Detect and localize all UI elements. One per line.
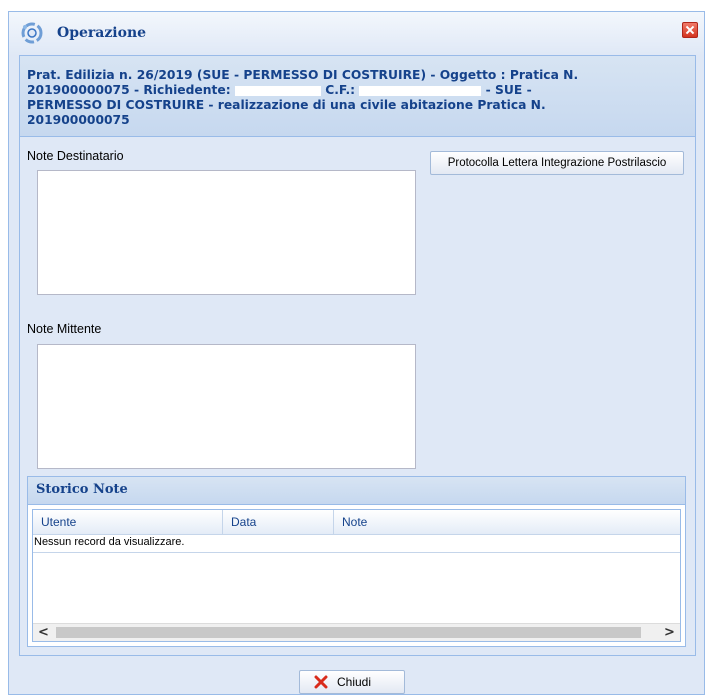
- note-destinatario-textarea[interactable]: [37, 170, 416, 295]
- dialog-titlebar[interactable]: Operazione: [9, 12, 704, 56]
- storico-note-title: Storico Note: [36, 482, 128, 497]
- operazione-panel: Prat. Edilizia n. 26/2019 (SUE - PERMESS…: [19, 55, 696, 656]
- grid-divider: [33, 552, 680, 553]
- grid-header: Utente Data Note: [33, 510, 680, 535]
- background-top: [0, 0, 705, 11]
- dialog-footer: Chiudi: [9, 656, 704, 696]
- pratica-header: Prat. Edilizia n. 26/2019 (SUE - PERMESS…: [20, 56, 695, 137]
- chiudi-button[interactable]: Chiudi: [299, 670, 405, 694]
- header-line-2b: C.F.:: [320, 83, 360, 97]
- storico-note-grid: Utente Data Note Nessun record da visual…: [32, 509, 681, 642]
- dialog-title: Operazione: [57, 25, 147, 41]
- redacted-cf: [359, 85, 482, 96]
- header-line-1: Prat. Edilizia n. 26/2019 (SUE - PERMESS…: [27, 68, 579, 82]
- pratica-description: Prat. Edilizia n. 26/2019 (SUE - PERMESS…: [27, 68, 667, 128]
- note-mittente-textarea[interactable]: [37, 344, 416, 469]
- grid-empty-message: Nessun record da visualizzare.: [34, 536, 185, 548]
- operazione-dialog: Operazione Prat. Edilizia n. 26/2019 (SU…: [8, 11, 705, 695]
- note-mittente-label: Note Mittente: [27, 322, 102, 336]
- close-icon[interactable]: [682, 22, 698, 38]
- storico-note-header: Storico Note: [28, 477, 685, 505]
- storico-note-panel: Storico Note Utente Data Note Nessun rec…: [27, 476, 686, 647]
- header-line-3: PERMESSO DI COSTRUIRE - realizzazione di…: [27, 98, 546, 112]
- header-line-2a: 201900000075 - Richiedente:: [27, 83, 235, 97]
- horizontal-scrollbar[interactable]: < >: [33, 623, 680, 641]
- header-line-2c: - SUE -: [481, 83, 532, 97]
- column-utente[interactable]: Utente: [33, 510, 223, 534]
- header-line-4: 201900000075: [27, 113, 130, 127]
- scroll-right-icon[interactable]: >: [661, 624, 678, 641]
- column-data[interactable]: Data: [223, 510, 334, 534]
- chiudi-label: Chiudi: [337, 675, 372, 689]
- redacted-name: [234, 85, 321, 96]
- gear-refresh-icon: [21, 22, 43, 44]
- form-area: Note Destinatario Protocolla Lettera Int…: [20, 137, 695, 655]
- scrollbar-thumb[interactable]: [56, 627, 641, 638]
- column-note[interactable]: Note: [334, 510, 680, 534]
- scroll-left-icon[interactable]: <: [35, 624, 52, 641]
- note-destinatario-label: Note Destinatario: [27, 149, 124, 163]
- protocolla-lettera-button[interactable]: Protocolla Lettera Integrazione Postrila…: [430, 151, 684, 175]
- red-x-icon: [314, 675, 328, 689]
